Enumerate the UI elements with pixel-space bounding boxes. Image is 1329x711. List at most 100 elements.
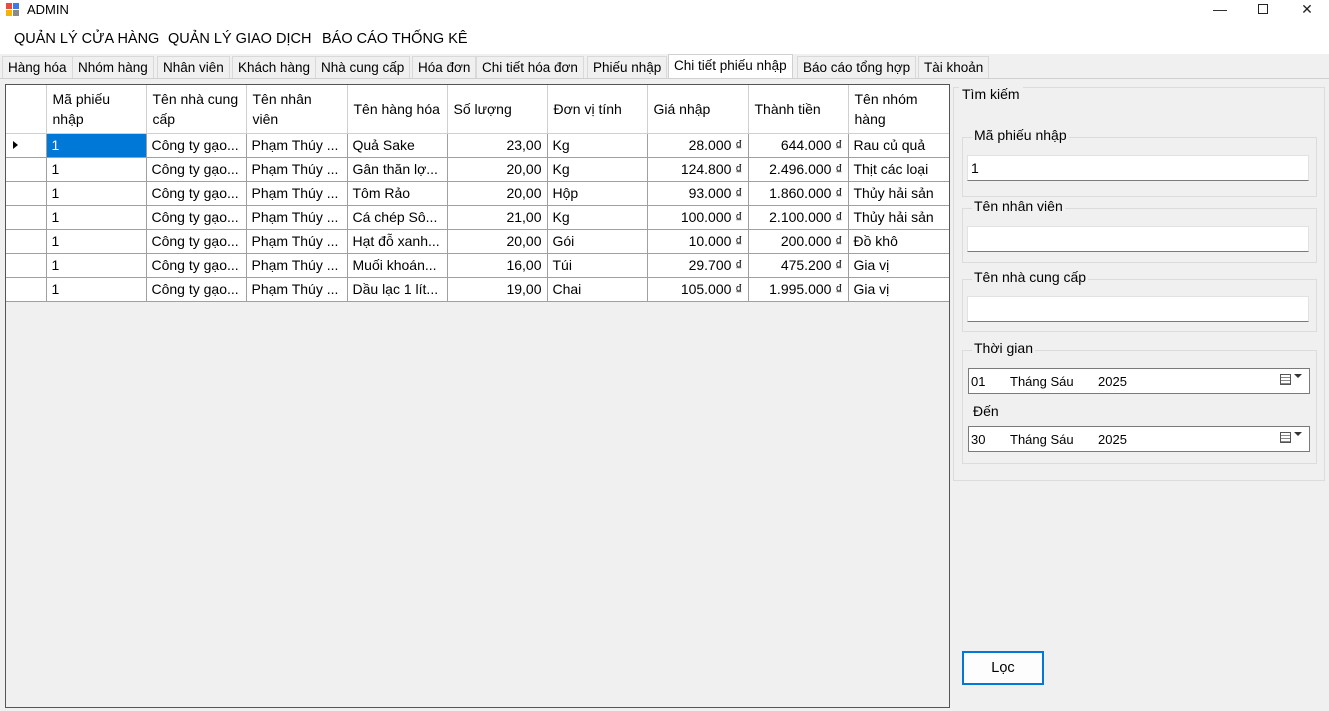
cell-unit[interactable]: Hộp (547, 181, 648, 206)
cell-total[interactable]: 475.200 ₫ (748, 253, 849, 278)
cell-import-price[interactable]: 100.000 ₫ (647, 205, 749, 230)
cell-employee[interactable]: Phạm Thúy ... (246, 277, 348, 302)
cell-receipt-id[interactable]: 1 (46, 277, 147, 302)
cell-import-price[interactable]: 28.000 ₫ (647, 133, 749, 158)
filter-button[interactable]: Lọc (962, 651, 1044, 685)
cell-total[interactable]: 1.860.000 ₫ (748, 181, 849, 206)
cell-product-group[interactable]: Gia vị (848, 277, 949, 302)
cell-product[interactable]: Hạt đỗ xanh... (347, 229, 448, 254)
tab-products[interactable]: Hàng hóa (2, 56, 73, 78)
cell-quantity[interactable]: 20,00 (447, 181, 548, 206)
cell-receipt-id[interactable]: 1 (46, 157, 147, 182)
cell-import-price[interactable]: 105.000 ₫ (647, 277, 749, 302)
column-header-receipt-id[interactable]: Mã phiếu nhập (46, 85, 147, 134)
table-row[interactable]: 1 Công ty gạo... Phạm Thúy ... Tôm Rảo 2… (6, 181, 949, 206)
column-header-product[interactable]: Tên hàng hóa (347, 85, 448, 134)
cell-product-group[interactable]: Đồ khô (848, 229, 949, 254)
cell-import-price[interactable]: 124.800 ₫ (647, 157, 749, 182)
cell-unit[interactable]: Kg (547, 157, 648, 182)
cell-unit[interactable]: Kg (547, 205, 648, 230)
cell-product[interactable]: Cá chép Sô... (347, 205, 448, 230)
cell-product[interactable]: Muối khoán... (347, 253, 448, 278)
menu-store-management[interactable]: QUẢN LÝ CỬA HÀNG (14, 31, 159, 47)
tab-accounts[interactable]: Tài khoản (918, 56, 990, 78)
cell-quantity[interactable]: 20,00 (447, 157, 548, 182)
row-header[interactable] (6, 253, 47, 278)
cell-supplier[interactable]: Công ty gạo... (146, 229, 247, 254)
column-header-supplier[interactable]: Tên nhà cung cấp (146, 85, 247, 134)
tab-suppliers[interactable]: Nhà cung cấp (315, 56, 411, 78)
tab-customers[interactable]: Khách hàng (232, 56, 317, 78)
cell-supplier[interactable]: Công ty gạo... (146, 133, 247, 158)
column-header-product-group[interactable]: Tên nhóm hàng (848, 85, 949, 134)
minimize-button[interactable]: — (1197, 0, 1243, 20)
from-date-picker[interactable]: 01 Tháng Sáu 2025 (968, 368, 1310, 394)
chevron-down-icon[interactable] (1294, 432, 1302, 436)
to-month[interactable]: Tháng Sáu (1010, 432, 1074, 447)
cell-product-group[interactable]: Thủy hải sản (848, 181, 949, 206)
cell-total[interactable]: 2.496.000 ₫ (748, 157, 849, 182)
cell-receipt-id[interactable]: 1 (46, 181, 147, 206)
receipt-details-grid[interactable]: Mã phiếu nhập Tên nhà cung cấp Tên nhân … (5, 84, 950, 708)
cell-supplier[interactable]: Công ty gạo... (146, 181, 247, 206)
column-header-employee[interactable]: Tên nhân viên (246, 85, 348, 134)
calendar-icon[interactable] (1280, 374, 1291, 385)
table-row[interactable]: 1 Công ty gạo... Phạm Thúy ... Hạt đỗ xa… (6, 229, 949, 254)
column-header-import-price[interactable]: Giá nhập (647, 85, 749, 134)
cell-product[interactable]: Gân thăn lợ... (347, 157, 448, 182)
cell-product[interactable]: Dầu lạc 1 lít... (347, 277, 448, 302)
cell-total[interactable]: 1.995.000 ₫ (748, 277, 849, 302)
cell-receipt-id[interactable]: 1 (46, 133, 147, 158)
cell-product[interactable]: Quả Sake (347, 133, 448, 158)
cell-employee[interactable]: Phạm Thúy ... (246, 253, 348, 278)
cell-unit[interactable]: Gói (547, 229, 648, 254)
cell-import-price[interactable]: 10.000 ₫ (647, 229, 749, 254)
cell-quantity[interactable]: 16,00 (447, 253, 548, 278)
cell-product[interactable]: Tôm Rảo (347, 181, 448, 206)
cell-import-price[interactable]: 93.000 ₫ (647, 181, 749, 206)
tab-receipt-details[interactable]: Chi tiết phiếu nhập (668, 54, 793, 79)
cell-receipt-id[interactable]: 1 (46, 253, 147, 278)
cell-total[interactable]: 644.000 ₫ (748, 133, 849, 158)
from-month[interactable]: Tháng Sáu (1010, 374, 1074, 389)
cell-employee[interactable]: Phạm Thúy ... (246, 133, 348, 158)
cell-total[interactable]: 200.000 ₫ (748, 229, 849, 254)
menu-transaction-management[interactable]: QUẢN LÝ GIAO DỊCH (168, 31, 311, 47)
cell-quantity[interactable]: 20,00 (447, 229, 548, 254)
table-row[interactable]: 1 Công ty gạo... Phạm Thúy ... Dầu lạc 1… (6, 277, 949, 302)
row-header[interactable] (6, 157, 47, 182)
to-day[interactable]: 30 (971, 432, 985, 447)
to-year[interactable]: 2025 (1098, 432, 1127, 447)
cell-product-group[interactable]: Thủy hải sản (848, 205, 949, 230)
receipt-id-input[interactable] (967, 155, 1309, 181)
tab-product-groups[interactable]: Nhóm hàng (72, 56, 154, 78)
cell-product-group[interactable]: Gia vị (848, 253, 949, 278)
table-row[interactable]: 1 Công ty gạo... Phạm Thúy ... Cá chép S… (6, 205, 949, 230)
cell-quantity[interactable]: 19,00 (447, 277, 548, 302)
tab-invoices[interactable]: Hóa đơn (412, 56, 477, 78)
tab-employees[interactable]: Nhân viên (157, 56, 230, 78)
cell-unit[interactable]: Túi (547, 253, 648, 278)
from-day[interactable]: 01 (971, 374, 985, 389)
cell-product-group[interactable]: Rau củ quả (848, 133, 949, 158)
cell-import-price[interactable]: 29.700 ₫ (647, 253, 749, 278)
employee-input[interactable] (967, 226, 1309, 252)
cell-total[interactable]: 2.100.000 ₫ (748, 205, 849, 230)
row-header[interactable] (6, 133, 47, 158)
column-header-total[interactable]: Thành tiền (748, 85, 849, 134)
cell-quantity[interactable]: 23,00 (447, 133, 548, 158)
cell-receipt-id[interactable]: 1 (46, 229, 147, 254)
column-header-unit[interactable]: Đơn vị tính (547, 85, 648, 134)
table-row[interactable]: 1 Công ty gạo... Phạm Thúy ... Gân thăn … (6, 157, 949, 182)
row-header[interactable] (6, 277, 47, 302)
cell-employee[interactable]: Phạm Thúy ... (246, 229, 348, 254)
table-row[interactable]: 1 Công ty gạo... Phạm Thúy ... Quả Sake … (6, 133, 949, 158)
close-button[interactable]: ✕ (1284, 0, 1329, 20)
row-header[interactable] (6, 205, 47, 230)
cell-employee[interactable]: Phạm Thúy ... (246, 181, 348, 206)
cell-product-group[interactable]: Thịt các loại (848, 157, 949, 182)
maximize-button[interactable] (1240, 0, 1286, 20)
cell-employee[interactable]: Phạm Thúy ... (246, 205, 348, 230)
cell-unit[interactable]: Chai (547, 277, 648, 302)
row-header[interactable] (6, 229, 47, 254)
